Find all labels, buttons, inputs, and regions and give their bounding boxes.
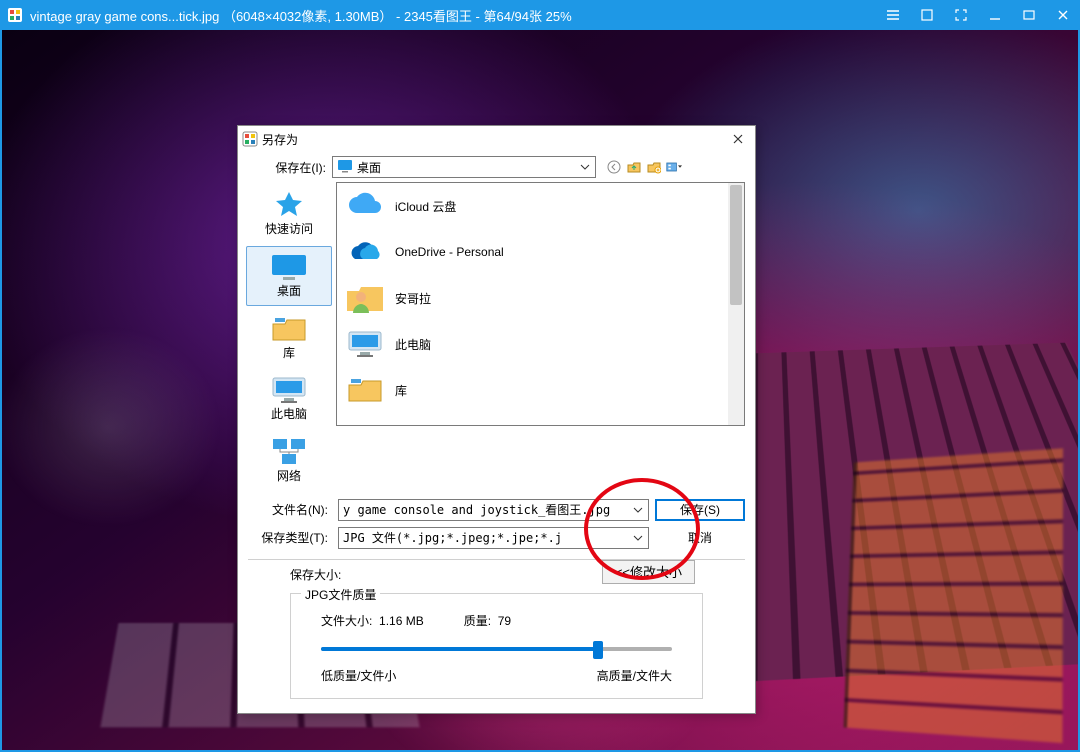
place-network[interactable]: 网络 <box>246 431 332 491</box>
filetype-label: 保存类型(T): <box>238 529 332 546</box>
quality-slider[interactable] <box>321 639 672 663</box>
filetype-combo[interactable]: JPG 文件(*.jpg;*.jpeg;*.jpe;*.j <box>338 527 649 549</box>
pc-icon <box>269 374 309 406</box>
save-button[interactable]: 保存(S) <box>655 499 745 521</box>
place-desktop[interactable]: 桌面 <box>246 246 332 306</box>
dialog-titlebar[interactable]: 另存为 <box>238 126 755 152</box>
place-quick-access[interactable]: 快速访问 <box>246 184 332 244</box>
filename-label: 文件名(N): <box>238 501 332 518</box>
filesize-label: 文件大小: <box>321 614 372 628</box>
filetype-value: JPG 文件(*.jpg;*.jpeg;*.jpe;*.j <box>343 529 562 546</box>
view-menu-icon[interactable] <box>666 159 682 175</box>
save-in-label: 保存在(I): <box>238 159 332 176</box>
cancel-button[interactable]: 取消 <box>655 527 745 549</box>
filename-input[interactable]: y game console and joystick_看图王.jpg <box>338 499 649 521</box>
modify-size-button[interactable]: <<修改大小 <box>602 560 695 584</box>
maximize-icon[interactable] <box>1012 0 1046 30</box>
toolbar-icons <box>606 159 682 175</box>
save-in-value: 桌面 <box>357 159 381 176</box>
list-item[interactable]: 安哥拉 <box>337 275 728 321</box>
cancel-button-label: 取消 <box>688 529 712 546</box>
user-folder-icon <box>345 280 385 316</box>
minimize-icon[interactable] <box>978 0 1012 30</box>
onedrive-icon <box>345 234 385 270</box>
library-icon <box>345 372 385 408</box>
dialog-title: 另存为 <box>262 131 727 148</box>
filename-value: y game console and joystick_看图王.jpg <box>343 501 610 518</box>
scrollbar[interactable] <box>728 183 744 425</box>
list-item[interactable]: 库 <box>337 367 728 413</box>
menu-icon[interactable] <box>876 0 910 30</box>
item-label: 此电脑 <box>395 336 431 353</box>
dialog-close-button[interactable] <box>727 129 749 149</box>
list-item[interactable]: 此电脑 <box>337 321 728 367</box>
restore-icon[interactable] <box>910 0 944 30</box>
place-label: 网络 <box>277 470 301 484</box>
item-label: OneDrive - Personal <box>395 245 504 259</box>
place-label: 库 <box>283 347 295 361</box>
place-libraries[interactable]: 库 <box>246 308 332 368</box>
close-icon[interactable] <box>1046 0 1080 30</box>
pc-icon <box>345 326 385 362</box>
place-this-pc[interactable]: 此电脑 <box>246 369 332 429</box>
save-in-row: 保存在(I): 桌面 <box>238 152 755 182</box>
item-label: 安哥拉 <box>395 290 431 307</box>
quality-group-legend: JPG文件质量 <box>301 586 380 603</box>
save-size-section: 保存大小: <<修改大小 JPG文件质量 文件大小: 1.16 MB 质量: 7… <box>238 564 755 713</box>
chevron-down-icon <box>577 159 593 175</box>
places-sidebar: 快速访问 桌面 库 此电脑 网络 <box>246 182 332 491</box>
app-icon <box>6 6 24 24</box>
photo-decor <box>843 448 1063 743</box>
save-in-combo[interactable]: 桌面 <box>332 156 596 178</box>
save-button-label: 保存(S) <box>680 501 720 518</box>
slider-low-label: 低质量/文件小 <box>321 667 396 684</box>
modify-size-label: <<修改大小 <box>615 562 682 581</box>
list-item[interactable]: iCloud 云盘 <box>337 183 728 229</box>
list-item[interactable]: OneDrive - Personal <box>337 229 728 275</box>
jpg-quality-group: JPG文件质量 文件大小: 1.16 MB 质量: 79 低质量/文件小 高质量… <box>290 593 703 699</box>
filesize-readout: 文件大小: 1.16 MB <box>321 612 424 629</box>
quality-label: 质量: <box>464 614 491 628</box>
desktop-icon <box>269 251 309 283</box>
scrollbar-thumb[interactable] <box>730 185 742 305</box>
slider-fill <box>321 647 598 651</box>
title-text: vintage gray game cons...tick.jpg （6048×… <box>30 6 572 25</box>
file-list-pane[interactable]: iCloud 云盘 OneDrive - Personal 安哥拉 此电脑 库 <box>336 182 745 426</box>
title-filename: vintage gray game cons...tick.jpg <box>30 9 219 24</box>
chevron-down-icon <box>630 530 646 546</box>
title-dims: （6048×4032像素, 1.30MB） <box>223 9 392 24</box>
save-size-label: 保存大小: <box>290 566 341 583</box>
new-folder-icon[interactable] <box>646 159 662 175</box>
save-as-dialog: 另存为 保存在(I): 桌面 快速访问 桌 <box>237 125 756 714</box>
place-label: 桌面 <box>277 285 301 299</box>
up-folder-icon[interactable] <box>626 159 642 175</box>
place-label: 快速访问 <box>265 223 313 237</box>
quality-readout: 质量: 79 <box>464 612 511 629</box>
dialog-icon <box>242 131 258 147</box>
quality-value: 79 <box>498 614 511 628</box>
slider-handle[interactable] <box>593 641 603 659</box>
item-label: 库 <box>395 382 407 399</box>
app-titlebar: vintage gray game cons...tick.jpg （6048×… <box>0 0 1080 30</box>
network-icon <box>269 436 309 468</box>
desktop-icon <box>337 159 353 175</box>
filesize-value: 1.16 MB <box>379 614 424 628</box>
back-icon[interactable] <box>606 159 622 175</box>
library-icon <box>269 313 309 345</box>
title-app: - 2345看图王 <box>396 9 472 24</box>
fullscreen-icon[interactable] <box>944 0 978 30</box>
place-label: 此电脑 <box>271 408 307 422</box>
star-icon <box>269 189 309 221</box>
item-label: iCloud 云盘 <box>395 198 456 215</box>
icloud-icon <box>345 188 385 224</box>
slider-high-label: 高质量/文件大 <box>597 667 672 684</box>
chevron-down-icon <box>630 502 646 518</box>
title-page: - 第64/94张 25% <box>476 9 572 24</box>
